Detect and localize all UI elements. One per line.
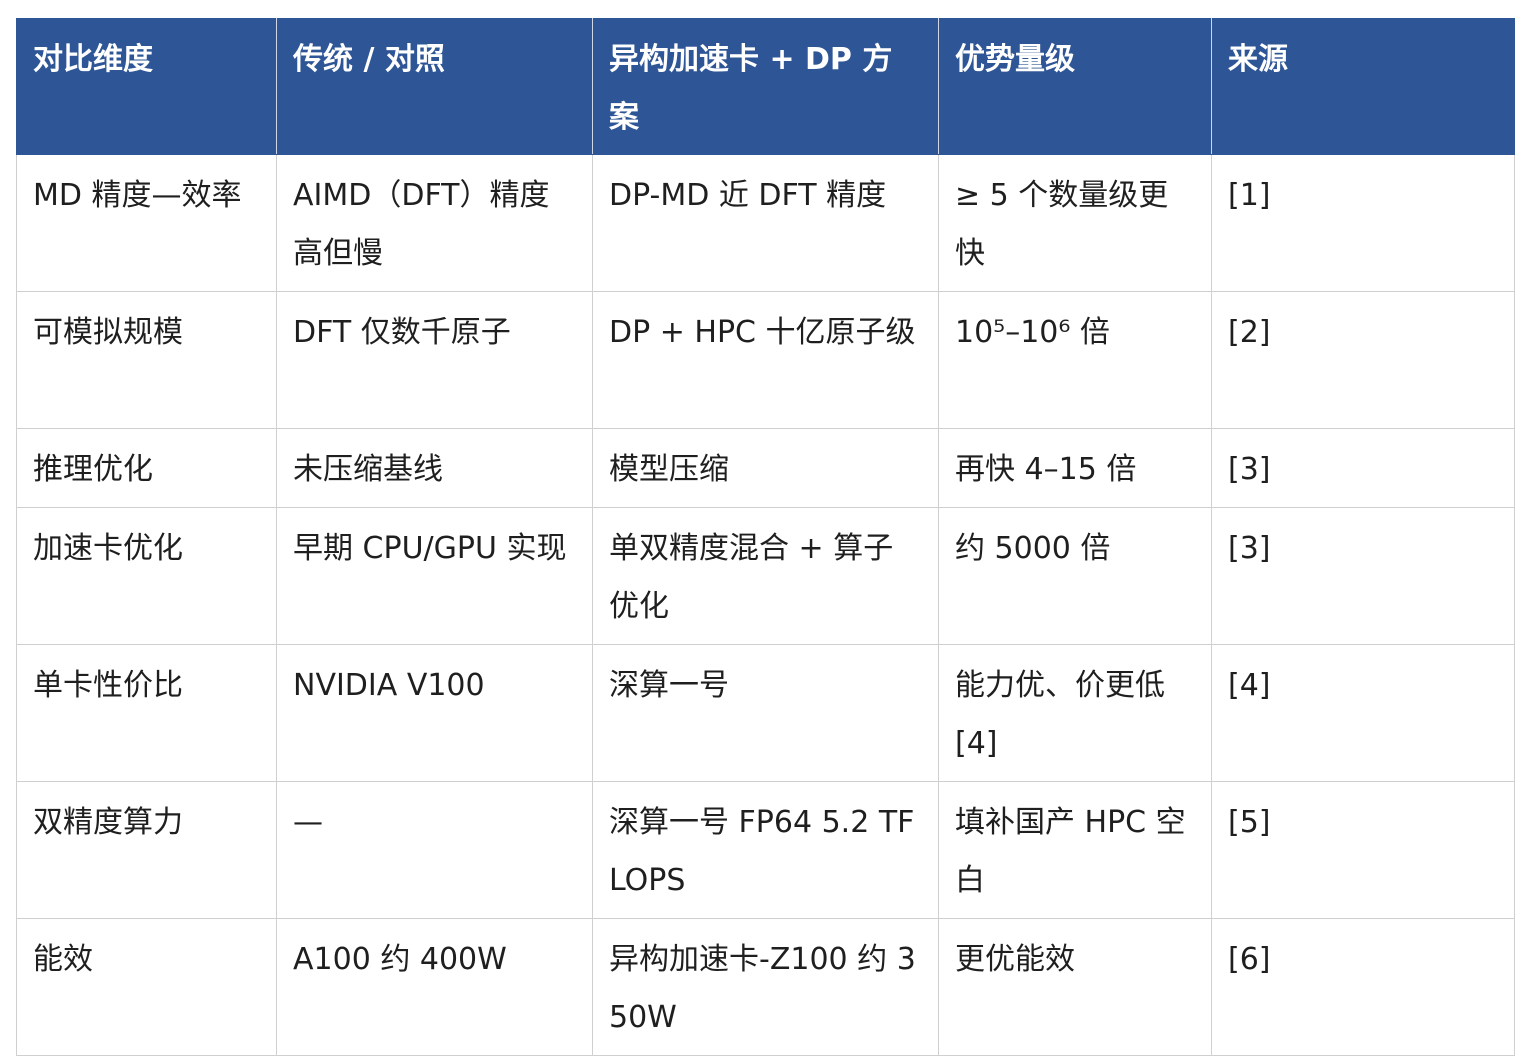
cell-source: [3] [1211,507,1515,645]
cell-advantage: 更优能效 [938,918,1212,1056]
table-row: 可模拟规模 DFT 仅数千原子 DP + HPC 十亿原子级 10⁵–10⁶ 倍… [16,291,1515,429]
table-row: 加速卡优化 早期 CPU/GPU 实现 单双精度混合 + 算子优化 约 5000… [16,507,1515,645]
cell-dimension: 单卡性价比 [16,644,277,782]
header-source: 来源 [1211,18,1515,155]
cell-advantage: 再快 4–15 倍 [938,428,1212,508]
table-body: MD 精度—效率 AIMD（DFT）精度高但慢 DP-MD 近 DFT 精度 ≥… [16,154,1515,1056]
table-row: 推理优化 未压缩基线 模型压缩 再快 4–15 倍 [3] [16,428,1515,508]
cell-dp-solution: 单双精度混合 + 算子优化 [592,507,939,645]
table-header: 对比维度 传统 / 对照 异构加速卡 + DP 方案 优势量级 来源 [16,18,1515,155]
cell-traditional: — [276,781,593,919]
cell-dimension: 推理优化 [16,428,277,508]
cell-source: [3] [1211,428,1515,508]
cell-dimension: 加速卡优化 [16,507,277,645]
cell-advantage: 能力优、价更低 [4] [938,644,1212,782]
table-row: 能效 A100 约 400W 异构加速卡-Z100 约 350W 更优能效 [6… [16,918,1515,1056]
cell-advantage: ≥ 5 个数量级更快 [938,154,1212,292]
cell-dimension: 双精度算力 [16,781,277,919]
cell-traditional: NVIDIA V100 [276,644,593,782]
cell-dp-solution: DP-MD 近 DFT 精度 [592,154,939,292]
cell-dp-solution: 深算一号 FP64 5.2 TFLOPS [592,781,939,919]
cell-dp-solution: 模型压缩 [592,428,939,508]
table-row: 单卡性价比 NVIDIA V100 深算一号 能力优、价更低 [4] [4] [16,644,1515,782]
comparison-table-container: 对比维度 传统 / 对照 异构加速卡 + DP 方案 优势量级 来源 MD 精度… [16,18,1515,1056]
header-traditional: 传统 / 对照 [276,18,593,155]
table-row: MD 精度—效率 AIMD（DFT）精度高但慢 DP-MD 近 DFT 精度 ≥… [16,154,1515,292]
cell-source: [2] [1211,291,1515,429]
cell-traditional: 未压缩基线 [276,428,593,508]
cell-advantage: 填补国产 HPC 空白 [938,781,1212,919]
cell-source: [4] [1211,644,1515,782]
table-row: 双精度算力 — 深算一号 FP64 5.2 TFLOPS 填补国产 HPC 空白… [16,781,1515,919]
cell-traditional: 早期 CPU/GPU 实现 [276,507,593,645]
cell-advantage: 10⁵–10⁶ 倍 [938,291,1212,429]
cell-dp-solution: 深算一号 [592,644,939,782]
cell-traditional: AIMD（DFT）精度高但慢 [276,154,593,292]
cell-advantage: 约 5000 倍 [938,507,1212,645]
header-advantage: 优势量级 [938,18,1212,155]
cell-source: [1] [1211,154,1515,292]
cell-dp-solution: DP + HPC 十亿原子级 [592,291,939,429]
header-dimension: 对比维度 [16,18,277,155]
cell-source: [5] [1211,781,1515,919]
cell-traditional: A100 约 400W [276,918,593,1056]
cell-traditional: DFT 仅数千原子 [276,291,593,429]
cell-dimension: MD 精度—效率 [16,154,277,292]
cell-dp-solution: 异构加速卡-Z100 约 350W [592,918,939,1056]
comparison-table: 对比维度 传统 / 对照 异构加速卡 + DP 方案 优势量级 来源 MD 精度… [16,18,1515,1056]
cell-dimension: 能效 [16,918,277,1056]
cell-dimension: 可模拟规模 [16,291,277,429]
header-dp-solution: 异构加速卡 + DP 方案 [592,18,939,155]
header-row: 对比维度 传统 / 对照 异构加速卡 + DP 方案 优势量级 来源 [16,18,1515,155]
cell-source: [6] [1211,918,1515,1056]
